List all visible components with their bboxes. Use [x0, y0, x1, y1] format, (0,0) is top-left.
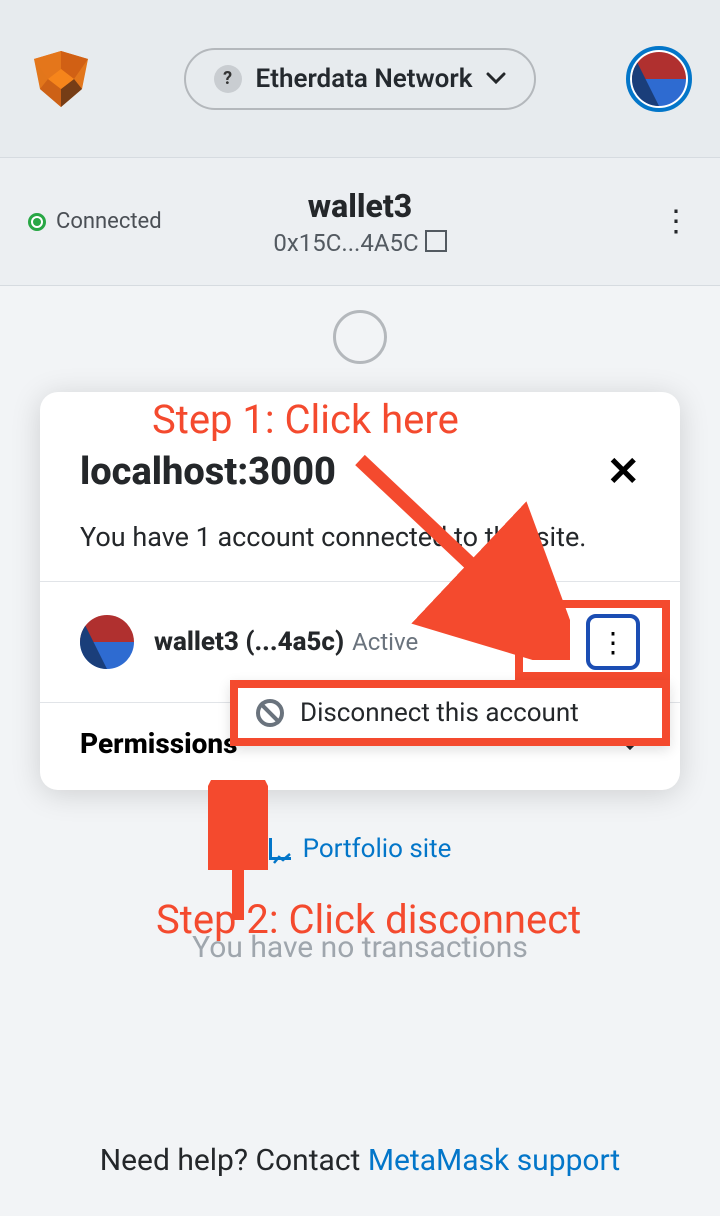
portfolio-link-text: Portfolio site	[303, 834, 452, 864]
portfolio-site-link[interactable]: Portfolio site	[0, 834, 720, 864]
network-name: Etherdata Network	[256, 64, 473, 94]
permissions-label: Permissions	[80, 727, 238, 760]
metamask-popup: ? Etherdata Network Connected wallet3 0x…	[0, 0, 720, 1216]
connected-account-name: wallet3 (...4a5c)	[154, 627, 344, 657]
network-unknown-icon: ?	[214, 65, 242, 93]
disconnect-label: Disconnect this account	[300, 698, 579, 728]
account-avatar-icon	[80, 615, 134, 669]
close-icon[interactable]: ✕	[606, 448, 640, 495]
copy-icon	[429, 234, 447, 252]
account-avatar[interactable]	[626, 46, 692, 112]
account-menu-button[interactable]: ⋮	[661, 204, 692, 239]
no-transactions-text: You have no transactions	[0, 930, 720, 965]
account-bar: Connected wallet3 0x15C...4A5C ⋮	[0, 158, 720, 286]
support-link[interactable]: MetaMask support	[368, 1143, 620, 1178]
modal-title: localhost:3000	[80, 450, 336, 494]
connected-account-status: Active	[352, 628, 418, 656]
prohibit-icon	[256, 699, 284, 727]
loading-spinner-icon	[333, 310, 387, 364]
account-address: 0x15C...4A5C	[273, 229, 418, 257]
metamask-logo-icon	[28, 49, 94, 109]
connection-status[interactable]: Connected	[28, 209, 162, 234]
help-prefix: Need help? Contact	[100, 1143, 368, 1178]
modal-header: localhost:3000 ✕ You have 1 account conn…	[40, 392, 680, 581]
connected-label: Connected	[56, 209, 162, 234]
connected-sites-modal: localhost:3000 ✕ You have 1 account conn…	[40, 392, 680, 790]
annotation-highlight-box	[515, 600, 670, 680]
avatar-icon	[632, 52, 686, 106]
disconnect-menu-item[interactable]: Disconnect this account	[230, 680, 670, 746]
chart-icon	[269, 838, 291, 860]
connected-dot-icon	[28, 213, 46, 231]
network-selector[interactable]: ? Etherdata Network	[184, 48, 537, 110]
chevron-down-icon	[486, 69, 506, 88]
connected-account-row: wallet3 (...4a5c) Active ⋮ Disconnect th…	[40, 581, 680, 702]
modal-subtitle: You have 1 account connected to this sit…	[80, 521, 640, 553]
help-text: Need help? Contact MetaMask support	[0, 1143, 720, 1178]
header: ? Etherdata Network	[0, 0, 720, 158]
